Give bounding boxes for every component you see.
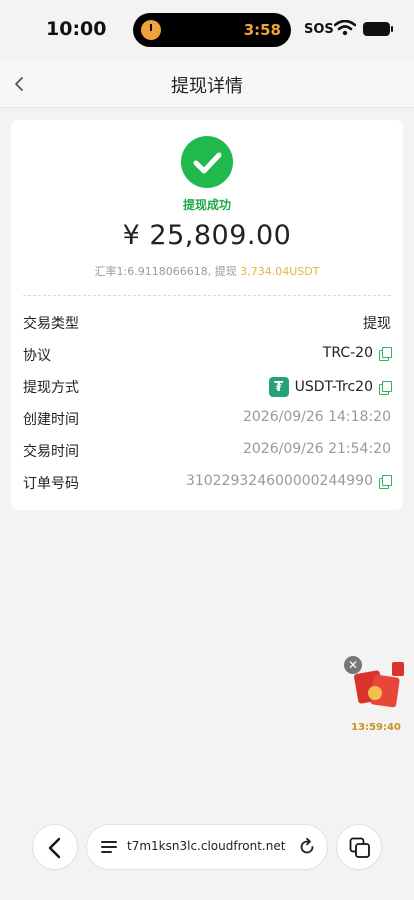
exchange-rate-line: 汇率1:6.9118066618, 提现 3,734.04USDT: [11, 263, 403, 279]
detail-label: 交易时间: [23, 444, 79, 460]
detail-value: ₮ USDT-Trc20: [268, 377, 392, 397]
dynamic-island: 3:58: [133, 13, 291, 47]
tether-icon: ₮: [268, 377, 289, 397]
detail-label: 交易类型: [23, 316, 79, 332]
page-title: 提现详情: [171, 76, 243, 97]
close-icon[interactable]: ✕: [344, 656, 362, 674]
success-check-icon: [181, 136, 233, 188]
sos-indicator: SOS: [304, 22, 334, 37]
detail-label: 订单号码: [23, 476, 79, 492]
detail-row-method: 提现方式 ₮ USDT-Trc20: [11, 374, 403, 398]
browser-back-button[interactable]: [32, 824, 78, 870]
wifi-icon: [334, 20, 356, 36]
reload-icon[interactable]: [297, 837, 317, 857]
nav-header: 提现详情: [0, 60, 414, 108]
protocol-value: TRC-20: [322, 345, 373, 361]
tabs-button[interactable]: [336, 824, 382, 870]
amount: ¥ 25,809.00: [122, 220, 292, 251]
transaction-type-value: 提现: [363, 316, 391, 332]
detail-value: 2026/09/26 21:54:20: [243, 441, 391, 457]
status-time: 10:00: [46, 18, 107, 40]
detail-label: 创建时间: [23, 412, 79, 428]
detail-value: 2026/09/26 14:18:20: [243, 409, 391, 425]
created-time-value: 2026/09/26 14:18:20: [242, 409, 391, 425]
coin-icon: [368, 686, 382, 700]
withdrawal-detail-card: 提现成功 ¥ 25,809.00 汇率1:6.9118066618, 提现 3,…: [11, 120, 403, 510]
copy-icon[interactable]: [379, 380, 392, 395]
copy-icon[interactable]: [379, 474, 392, 489]
detail-label: 提现方式: [23, 380, 79, 396]
chevron-left-icon: [48, 837, 61, 859]
browser-toolbar: t7m1ksn3lc.cloudfront.net: [0, 816, 414, 900]
detail-label: 协议: [23, 348, 51, 364]
status-bar: 10:00 3:58 SOS: [0, 0, 414, 60]
url-text[interactable]: t7m1ksn3lc.cloudfront.net: [127, 839, 287, 853]
detail-value: 提现: [363, 313, 391, 333]
address-bar[interactable]: t7m1ksn3lc.cloudfront.net: [86, 824, 328, 870]
promo-countdown: 13:59:40: [351, 722, 401, 733]
rate-text: 汇率1:6.9118066618, 提现: [94, 265, 241, 278]
tabs-icon: [349, 837, 370, 858]
transaction-time-value: 2026/09/26 21:54:20: [242, 441, 391, 457]
copy-icon[interactable]: [379, 346, 392, 361]
divider: [23, 295, 391, 296]
status-label: 提现成功: [182, 198, 231, 212]
detail-value: 3102293246000002449​90: [185, 473, 392, 489]
island-timer: 3:58: [243, 21, 281, 39]
battery-icon: [363, 22, 393, 36]
red-envelope-icon: [392, 662, 404, 676]
detail-row-type: 交易类型 提现: [11, 310, 403, 334]
alarm-icon: [141, 20, 161, 40]
method-value: USDT-Trc20: [294, 379, 373, 395]
detail-row-created: 创建时间 2026/09/26 14:18:20: [11, 406, 403, 430]
floating-red-envelope-promo[interactable]: ✕ 13:59:40: [344, 656, 408, 736]
detail-row-protocol: 协议 TRC-20: [11, 342, 403, 366]
usdt-amount: 3,734.04USDT: [240, 265, 320, 278]
detail-value: TRC-20: [322, 345, 392, 361]
order-number-value: 3102293246000002449​90: [185, 473, 373, 489]
detail-row-transaction-time: 交易时间 2026/09/26 21:54:20: [11, 438, 403, 462]
menu-icon[interactable]: [101, 841, 117, 853]
detail-row-order-number: 订单号码 3102293246000002449​90: [11, 470, 403, 494]
